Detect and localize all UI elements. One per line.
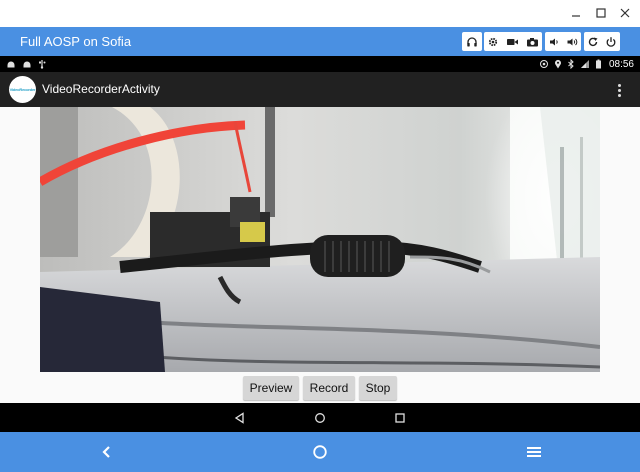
android-icon bbox=[23, 61, 31, 68]
close-button[interactable] bbox=[614, 3, 636, 23]
home-circle-icon[interactable] bbox=[310, 442, 330, 462]
maximize-button[interactable] bbox=[590, 3, 612, 23]
video-camera-icon[interactable] bbox=[502, 32, 522, 51]
power-icon[interactable] bbox=[602, 32, 620, 51]
battery-icon bbox=[595, 59, 601, 69]
app-logo: VideoRecorder bbox=[9, 76, 36, 103]
wifi-scan-icon bbox=[539, 60, 548, 68]
chevron-left-icon[interactable] bbox=[97, 442, 117, 462]
volume-down-icon[interactable] bbox=[545, 32, 563, 51]
menu-icon[interactable] bbox=[524, 442, 544, 462]
status-time: 08:56 bbox=[608, 58, 634, 70]
camera-preview bbox=[40, 107, 600, 372]
minimize-button[interactable] bbox=[565, 3, 587, 23]
location-icon bbox=[554, 59, 561, 69]
home-icon[interactable] bbox=[311, 409, 329, 427]
headset-icon bbox=[462, 32, 482, 51]
system-group bbox=[584, 32, 620, 51]
preview-button[interactable]: Preview bbox=[243, 376, 299, 400]
app-bar: VideoRecorder VideoRecorderActivity bbox=[0, 72, 640, 107]
signal-icon bbox=[580, 60, 589, 68]
camera-feed-image bbox=[40, 107, 600, 372]
close-icon bbox=[620, 8, 630, 18]
maximize-icon bbox=[596, 8, 606, 18]
camera-icon[interactable] bbox=[522, 32, 542, 51]
stop-button[interactable]: Stop bbox=[359, 376, 397, 400]
window-titlebar bbox=[0, 0, 640, 27]
usb-icon bbox=[39, 60, 46, 69]
volume-group bbox=[545, 32, 581, 51]
status-bar: 08:56 bbox=[0, 56, 640, 72]
rotate-icon[interactable] bbox=[584, 32, 602, 51]
minimize-icon bbox=[572, 15, 580, 17]
recents-icon[interactable] bbox=[391, 409, 409, 427]
overflow-menu-icon[interactable] bbox=[612, 80, 626, 100]
volume-up-icon[interactable] bbox=[563, 32, 581, 51]
android-nav-bar bbox=[0, 403, 640, 432]
headset-button[interactable] bbox=[462, 32, 482, 51]
back-icon[interactable] bbox=[231, 409, 249, 427]
emulator-title: Full AOSP on Sofia bbox=[20, 34, 132, 49]
record-button[interactable]: Record bbox=[303, 376, 355, 400]
android-icon bbox=[7, 61, 15, 68]
activity-title: VideoRecorderActivity bbox=[42, 82, 160, 96]
bluetooth-icon bbox=[568, 59, 574, 69]
activity-content: Preview Record Stop bbox=[0, 107, 640, 403]
emulator-toolbar: Full AOSP on Sofia bbox=[0, 27, 640, 56]
emulator-bottom-bar bbox=[0, 432, 640, 472]
device-tools-group bbox=[484, 32, 542, 51]
settings-icon[interactable] bbox=[484, 32, 502, 51]
